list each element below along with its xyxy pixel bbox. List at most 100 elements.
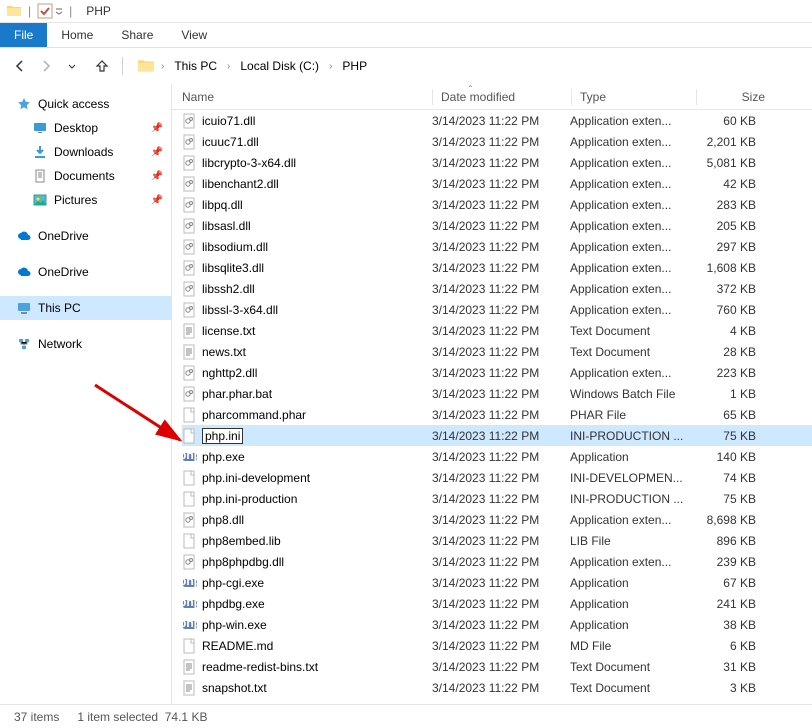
chevron-right-icon[interactable]: › (157, 61, 168, 72)
file-type: Application exten... (570, 135, 694, 149)
file-row[interactable]: libpq.dll3/14/2023 11:22 PMApplication e… (182, 194, 812, 215)
file-date: 3/14/2023 11:22 PM (432, 219, 570, 233)
file-row[interactable]: README.md3/14/2023 11:22 PMMD File6 KB (182, 635, 812, 656)
file-row[interactable]: readme-redist-bins.txt3/14/2023 11:22 PM… (182, 656, 812, 677)
forward-button[interactable] (36, 56, 56, 76)
file-row[interactable]: phpphpdbg.exe3/14/2023 11:22 PMApplicati… (182, 593, 812, 614)
recent-dropdown[interactable] (62, 56, 82, 76)
file-type: Application (570, 597, 694, 611)
column-size[interactable]: Size (697, 90, 777, 104)
file-icon (182, 113, 198, 129)
nav-downloads[interactable]: Downloads 📌 (0, 140, 171, 164)
nav-label: OneDrive (38, 229, 89, 243)
file-row[interactable]: icuio71.dll3/14/2023 11:22 PMApplication… (182, 110, 812, 131)
back-button[interactable] (10, 56, 30, 76)
file-row[interactable]: php8phpdbg.dll3/14/2023 11:22 PMApplicat… (182, 551, 812, 572)
tab-share[interactable]: Share (107, 23, 167, 47)
nav-label: Desktop (54, 121, 98, 135)
file-name: libcrypto-3-x64.dll (202, 156, 432, 170)
save-check-icon[interactable] (37, 3, 53, 19)
column-date[interactable]: Date modified (433, 90, 571, 104)
file-icon (182, 659, 198, 675)
file-icon (182, 260, 198, 276)
file-icon (182, 281, 198, 297)
nav-network[interactable]: Network (0, 332, 171, 356)
file-row[interactable]: libssh2.dll3/14/2023 11:22 PMApplication… (182, 278, 812, 299)
file-date: 3/14/2023 11:22 PM (432, 198, 570, 212)
nav-quick-access[interactable]: Quick access (0, 92, 171, 116)
nav-onedrive[interactable]: OneDrive (0, 224, 171, 248)
tab-file[interactable]: File (0, 23, 47, 47)
chevron-right-icon[interactable]: › (223, 61, 234, 72)
qat-dropdown-icon[interactable] (55, 7, 63, 15)
file-type: Text Document (570, 681, 694, 695)
file-row[interactable]: phpphp.exe3/14/2023 11:22 PMApplication1… (182, 446, 812, 467)
file-type: Application exten... (570, 303, 694, 317)
nav-label: Documents (54, 169, 115, 183)
file-name: libsqlite3.dll (202, 261, 432, 275)
file-name: readme-redist-bins.txt (202, 660, 432, 674)
breadcrumb-item[interactable]: PHP (338, 57, 371, 75)
file-row[interactable]: libsasl.dll3/14/2023 11:22 PMApplication… (182, 215, 812, 236)
nav-desktop[interactable]: Desktop 📌 (0, 116, 171, 140)
file-row[interactable]: php8.dll3/14/2023 11:22 PMApplication ex… (182, 509, 812, 530)
file-list[interactable]: icuio71.dll3/14/2023 11:22 PMApplication… (172, 110, 812, 712)
nav-onedrive[interactable]: OneDrive (0, 260, 171, 284)
column-name[interactable]: Name (182, 90, 432, 104)
file-row[interactable]: php8embed.lib3/14/2023 11:22 PMLIB File8… (182, 530, 812, 551)
file-row[interactable]: php.ini3/14/2023 11:22 PMINI-PRODUCTION … (182, 425, 812, 446)
nav-this-pc[interactable]: This PC (0, 296, 171, 320)
file-row[interactable]: icuuc71.dll3/14/2023 11:22 PMApplication… (182, 131, 812, 152)
file-date: 3/14/2023 11:22 PM (432, 492, 570, 506)
file-row[interactable]: pharcommand.phar3/14/2023 11:22 PMPHAR F… (182, 404, 812, 425)
file-name: php-cgi.exe (202, 576, 432, 590)
column-type[interactable]: Type (572, 90, 696, 104)
file-row[interactable]: snapshot.txt3/14/2023 11:22 PMText Docum… (182, 677, 812, 698)
file-type: Application exten... (570, 114, 694, 128)
file-row[interactable]: libcrypto-3-x64.dll3/14/2023 11:22 PMApp… (182, 152, 812, 173)
nav-pictures[interactable]: Pictures 📌 (0, 188, 171, 212)
file-row[interactable]: libenchant2.dll3/14/2023 11:22 PMApplica… (182, 173, 812, 194)
file-icon (182, 176, 198, 192)
file-type: Application exten... (570, 240, 694, 254)
ribbon-tabs: File Home Share View (0, 23, 812, 48)
file-size: 65 KB (694, 408, 768, 422)
tab-home[interactable]: Home (47, 23, 107, 47)
file-type: Application exten... (570, 513, 694, 527)
file-size: 1 KB (694, 387, 768, 401)
rename-input[interactable]: php.ini (202, 428, 243, 444)
file-size: 297 KB (694, 240, 768, 254)
file-date: 3/14/2023 11:22 PM (432, 324, 570, 338)
file-row[interactable]: libsqlite3.dll3/14/2023 11:22 PMApplicat… (182, 257, 812, 278)
file-row[interactable]: libsodium.dll3/14/2023 11:22 PMApplicati… (182, 236, 812, 257)
address-breadcrumb[interactable]: › This PC › Local Disk (C:) › PHP (133, 54, 802, 78)
file-type: Text Document (570, 345, 694, 359)
pin-icon: 📌 (151, 171, 163, 182)
file-row[interactable]: php.ini-development3/14/2023 11:22 PMINI… (182, 467, 812, 488)
file-row[interactable]: phpphp-cgi.exe3/14/2023 11:22 PMApplicat… (182, 572, 812, 593)
file-type: PHAR File (570, 408, 694, 422)
file-date: 3/14/2023 11:22 PM (432, 576, 570, 590)
chevron-right-icon[interactable]: › (325, 61, 336, 72)
file-row[interactable]: nghttp2.dll3/14/2023 11:22 PMApplication… (182, 362, 812, 383)
file-size: 1,608 KB (694, 261, 768, 275)
file-date: 3/14/2023 11:22 PM (432, 345, 570, 359)
file-row[interactable]: news.txt3/14/2023 11:22 PMText Document2… (182, 341, 812, 362)
file-name: icuio71.dll (202, 114, 432, 128)
file-row[interactable]: phpphp-win.exe3/14/2023 11:22 PMApplicat… (182, 614, 812, 635)
file-date: 3/14/2023 11:22 PM (432, 156, 570, 170)
breadcrumb-item[interactable]: This PC (170, 57, 221, 75)
file-row[interactable]: license.txt3/14/2023 11:22 PMText Docume… (182, 320, 812, 341)
file-date: 3/14/2023 11:22 PM (432, 261, 570, 275)
breadcrumb-item[interactable]: Local Disk (C:) (236, 57, 323, 75)
up-button[interactable] (92, 56, 112, 76)
file-size: 896 KB (694, 534, 768, 548)
file-row[interactable]: php.ini-production3/14/2023 11:22 PMINI-… (182, 488, 812, 509)
nav-label: Network (38, 337, 82, 351)
file-row[interactable]: libssl-3-x64.dll3/14/2023 11:22 PMApplic… (182, 299, 812, 320)
network-icon (16, 336, 32, 352)
file-size: 60 KB (694, 114, 768, 128)
tab-view[interactable]: View (167, 23, 221, 47)
nav-documents[interactable]: Documents 📌 (0, 164, 171, 188)
file-row[interactable]: phar.phar.bat3/14/2023 11:22 PMWindows B… (182, 383, 812, 404)
